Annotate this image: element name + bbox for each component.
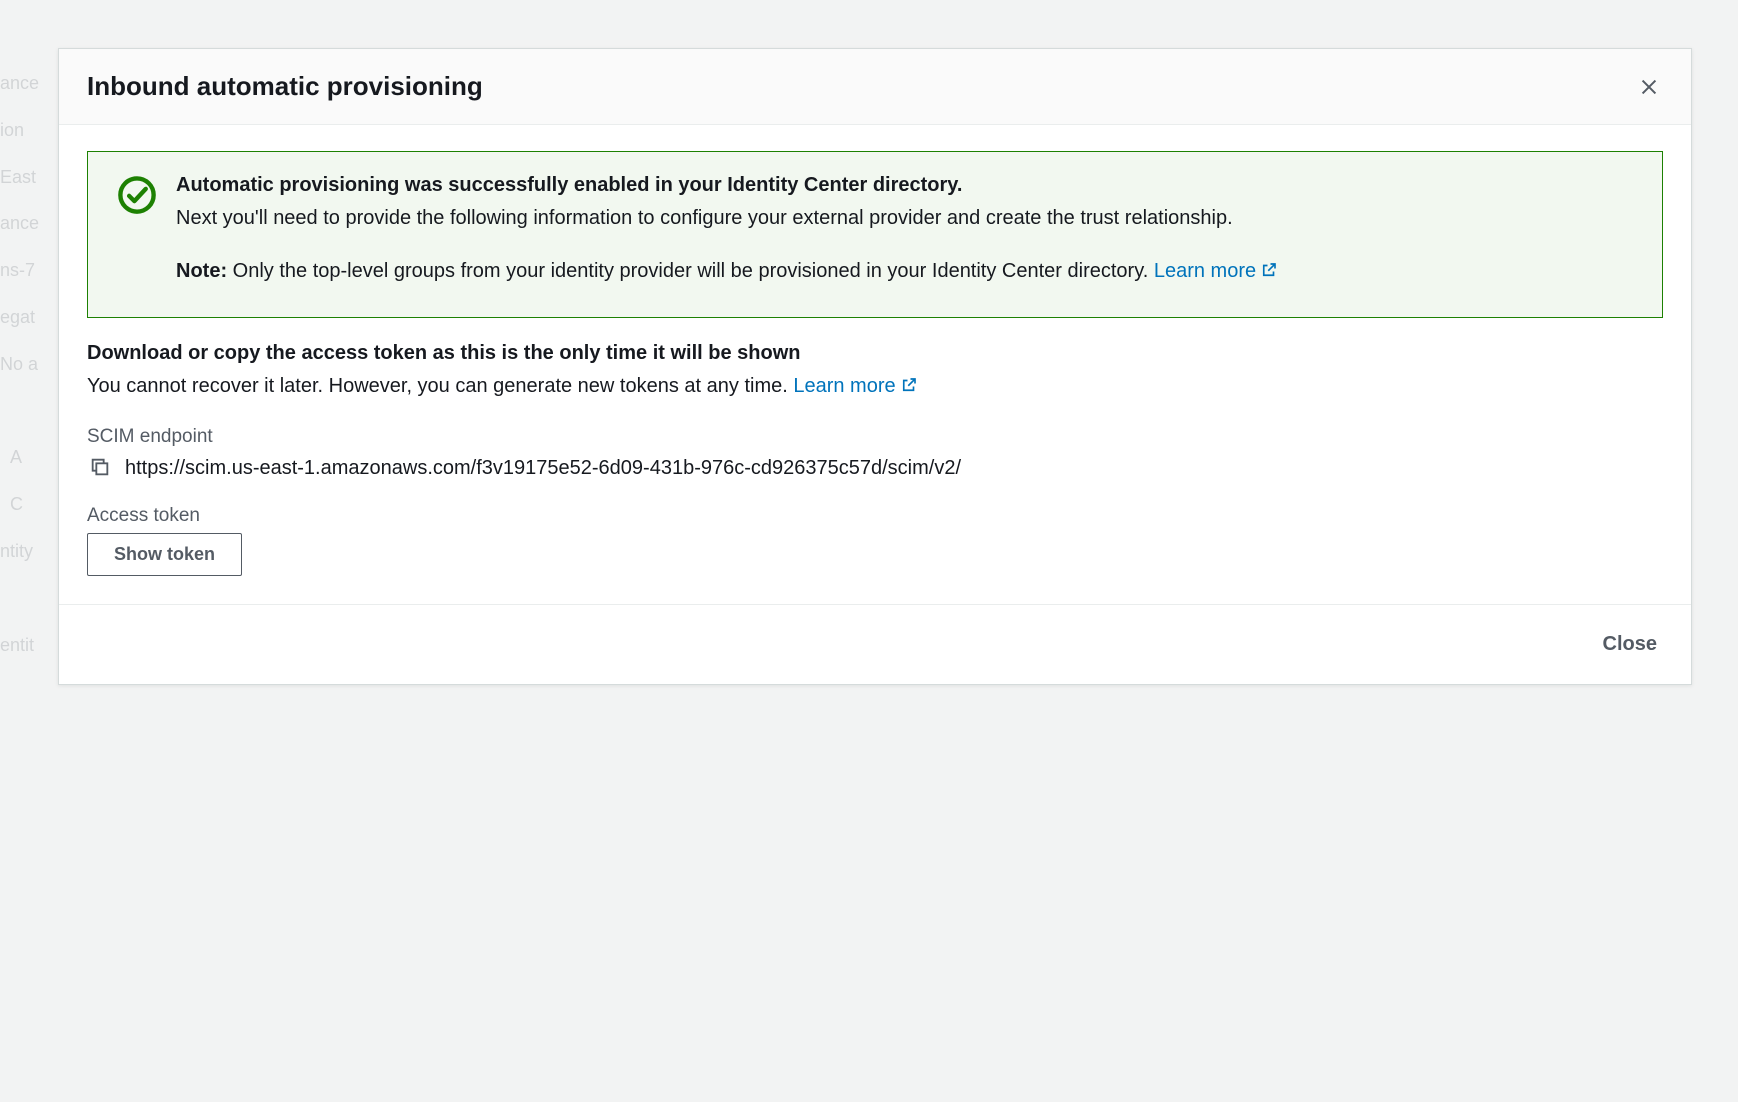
close-icon[interactable] [1635,73,1663,101]
scim-endpoint-label: SCIM endpoint [87,426,1663,448]
copy-endpoint-button[interactable] [87,454,113,483]
alert-note-text: Only the top-level groups from your iden… [227,260,1154,282]
external-link-icon [900,373,918,404]
success-check-icon [116,174,158,216]
close-button[interactable]: Close [1597,623,1663,666]
scim-endpoint-row: https://scim.us-east-1.amazonaws.com/f3v… [87,454,1663,483]
modal-header: Inbound automatic provisioning [59,49,1691,125]
token-section-desc-text: You cannot recover it later. However, yo… [87,375,793,397]
modal-title: Inbound automatic provisioning [87,71,483,102]
success-alert: Automatic provisioning was successfully … [87,151,1663,318]
section-learn-more-text: Learn more [793,375,895,397]
modal-footer: Close [59,604,1691,684]
scim-endpoint-value: https://scim.us-east-1.amazonaws.com/f3v… [125,457,961,480]
show-token-button[interactable]: Show token [87,533,242,576]
external-link-icon [1260,258,1278,289]
alert-note: Note: Only the top-level groups from you… [176,256,1634,289]
section-learn-more-link[interactable]: Learn more [793,375,917,397]
token-section-desc: You cannot recover it later. However, yo… [87,371,1663,404]
alert-note-label: Note: [176,260,227,282]
modal-body: Automatic provisioning was successfully … [59,125,1691,604]
copy-icon [89,456,111,481]
access-token-label: Access token [87,505,1663,527]
alert-heading: Automatic provisioning was successfully … [176,174,1634,197]
token-section-title: Download or copy the access token as thi… [87,342,1663,365]
alert-content: Automatic provisioning was successfully … [176,174,1634,289]
alert-learn-more-link[interactable]: Learn more [1154,260,1278,282]
alert-body: Next you'll need to provide the followin… [176,203,1634,234]
provisioning-modal: Inbound automatic provisioning Automatic… [58,48,1692,685]
alert-learn-more-text: Learn more [1154,260,1256,282]
